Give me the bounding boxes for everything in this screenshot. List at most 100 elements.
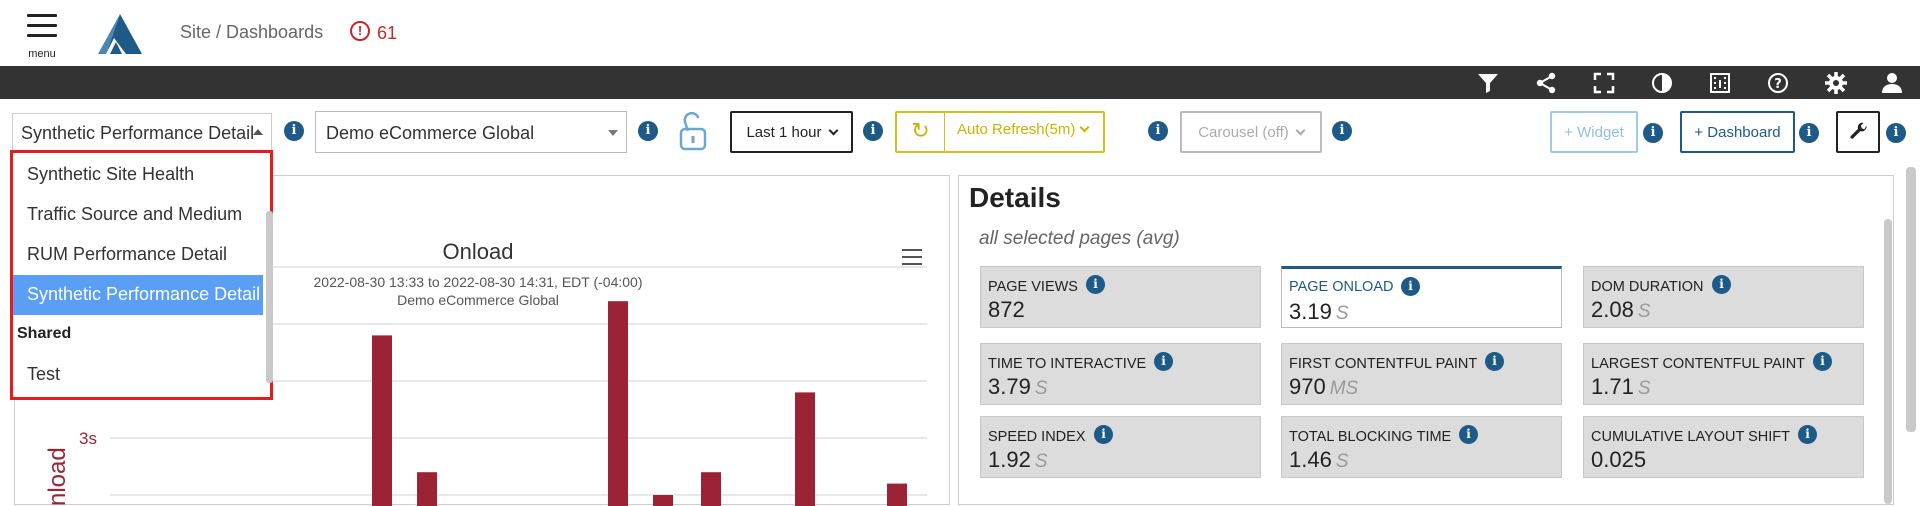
info-icon[interactable]: i	[284, 121, 304, 141]
metric-value: 0.025	[1591, 447, 1646, 473]
carousel-button[interactable]: Carousel (off)	[1180, 111, 1322, 153]
metric-number: 1.46	[1289, 447, 1332, 472]
metric-unit: S	[1637, 301, 1651, 322]
auto-refresh-button[interactable]: Auto Refresh(5m)	[957, 113, 1090, 151]
metric-number: 2.08	[1591, 297, 1634, 322]
info-icon[interactable]: i	[1401, 277, 1420, 296]
metric-name: SPEED INDEX	[988, 429, 1086, 445]
info-icon[interactable]: i	[1154, 352, 1173, 371]
info-icon[interactable]: i	[1459, 425, 1478, 444]
time-range-button[interactable]: Last 1 hour	[730, 111, 853, 153]
dropdown-option[interactable]: Synthetic Site Health	[13, 155, 263, 195]
dropdown-option[interactable]: Traffic Source and Medium	[13, 195, 263, 235]
metric-card[interactable]: FIRST CONTENTFUL PAINT i 970 MS	[1281, 343, 1562, 405]
dropdown-option[interactable]: RUM Performance Detail	[13, 235, 263, 275]
metric-number: 3.19	[1289, 299, 1332, 324]
fullscreen-icon[interactable]	[1592, 71, 1616, 95]
edit-dashboard-button[interactable]	[1836, 111, 1880, 153]
app-logo[interactable]	[96, 12, 144, 56]
auto-refresh-label: Auto Refresh(5m)	[957, 121, 1076, 138]
metric-unit: MS	[1329, 378, 1359, 399]
alert-count[interactable]: 61	[377, 23, 397, 44]
metric-value: 3.79 S	[988, 374, 1048, 400]
chart-menu-icon[interactable]	[902, 249, 922, 265]
chart-bar[interactable]	[795, 392, 815, 506]
info-icon[interactable]: i	[1712, 275, 1731, 294]
contrast-icon[interactable]	[1650, 71, 1674, 95]
chart-bar[interactable]	[887, 483, 907, 506]
metric-unit: S	[1034, 451, 1048, 472]
info-icon[interactable]: i	[638, 121, 658, 141]
metric-card[interactable]: PAGE VIEWS i 872	[980, 266, 1261, 328]
page-scrollbar[interactable]	[1906, 167, 1916, 432]
share-icon[interactable]	[1534, 71, 1558, 95]
panel-scrollbar[interactable]	[1884, 219, 1892, 504]
chart-bar[interactable]	[701, 472, 721, 506]
info-icon[interactable]: i	[1886, 123, 1906, 143]
carousel-label: Carousel (off)	[1198, 124, 1289, 141]
info-icon[interactable]: i	[1148, 121, 1168, 141]
dashboard-toolbar: Synthetic Performance Detail i Demo eCom…	[0, 99, 1920, 169]
metric-value: 2.08 S	[1591, 297, 1651, 323]
info-icon[interactable]: i	[1643, 123, 1663, 143]
auto-refresh-control: ↻ Auto Refresh(5m)	[895, 111, 1105, 153]
menu-label: menu	[28, 48, 56, 60]
alert-icon[interactable]: !	[350, 21, 370, 41]
site-select-value: Demo eCommerce Global	[326, 123, 535, 143]
dropdown-group-label: Shared	[17, 325, 72, 342]
chart-bar[interactable]	[653, 495, 673, 506]
chart-bar[interactable]	[372, 335, 392, 506]
info-icon[interactable]: i	[1798, 425, 1817, 444]
user-icon[interactable]	[1880, 71, 1904, 95]
metric-value: 1.46 S	[1289, 447, 1349, 473]
metric-unit: S	[1335, 451, 1349, 472]
metric-value: 970 MS	[1289, 374, 1358, 400]
metric-number: 3.79	[988, 374, 1031, 399]
info-icon[interactable]: i	[1799, 123, 1819, 143]
dropdown-option[interactable]: Test	[13, 355, 263, 395]
metric-card[interactable]: PAGE ONLOAD i 3.19 S	[1281, 266, 1562, 328]
add-widget-button[interactable]: + Widget	[1550, 111, 1638, 153]
settings-icon[interactable]	[1824, 71, 1848, 95]
metric-name: LARGEST CONTENTFUL PAINT	[1591, 356, 1806, 372]
unlock-icon[interactable]	[678, 109, 708, 153]
chart-bar[interactable]	[417, 472, 437, 506]
site-select[interactable]: Demo eCommerce Global	[315, 111, 627, 153]
details-subtitle: all selected pages (avg)	[979, 228, 1180, 249]
metric-number: 1.92	[988, 447, 1031, 472]
metric-card[interactable]: TIME TO INTERACTIVE i 3.79 S	[980, 343, 1261, 405]
metric-number: 0.025	[1591, 447, 1647, 472]
info-icon[interactable]: i	[1094, 425, 1113, 444]
metric-card[interactable]: TOTAL BLOCKING TIME i 1.46 S	[1281, 416, 1562, 478]
filter-icon[interactable]	[1476, 71, 1500, 95]
caret-down-icon	[608, 130, 618, 136]
metric-value: 872	[988, 297, 1025, 323]
info-icon[interactable]: i	[1813, 352, 1832, 371]
details-title: Details	[969, 182, 1061, 213]
info-icon[interactable]: i	[1086, 275, 1105, 294]
metric-card[interactable]: LARGEST CONTENTFUL PAINT i 1.71 S	[1583, 343, 1864, 405]
breadcrumb[interactable]: Site / Dashboards	[180, 22, 323, 43]
menu-button[interactable]: menu	[24, 14, 60, 60]
help-icon[interactable]: ?	[1766, 71, 1790, 95]
info-icon[interactable]: i	[863, 121, 883, 141]
info-icon[interactable]: i	[1332, 121, 1352, 141]
metric-card[interactable]: CUMULATIVE LAYOUT SHIFT i 0.025	[1583, 416, 1864, 478]
chart-bar[interactable]	[608, 301, 628, 506]
action-bar: ?	[0, 66, 1920, 99]
add-dashboard-button[interactable]: + Dashboard	[1680, 111, 1795, 153]
chevron-down-icon	[1079, 122, 1090, 133]
metric-card[interactable]: SPEED INDEX i 1.92 S	[980, 416, 1261, 478]
film-icon[interactable]	[1708, 71, 1732, 95]
dropdown-option-selected[interactable]: Synthetic Performance Detail	[13, 275, 263, 315]
metric-unit: S	[1637, 378, 1651, 399]
dashboard-select[interactable]: Synthetic Performance Detail	[12, 113, 272, 151]
refresh-icon[interactable]: ↻	[897, 113, 945, 151]
svg-text:?: ?	[1774, 77, 1782, 92]
y-tick-label: 3s	[79, 429, 97, 448]
metric-card[interactable]: DOM DURATION i 2.08 S	[1583, 266, 1864, 328]
dropdown-scrollbar[interactable]	[266, 211, 273, 383]
chevron-down-icon	[1295, 125, 1306, 136]
metric-unit: S	[1034, 378, 1048, 399]
info-icon[interactable]: i	[1485, 352, 1504, 371]
